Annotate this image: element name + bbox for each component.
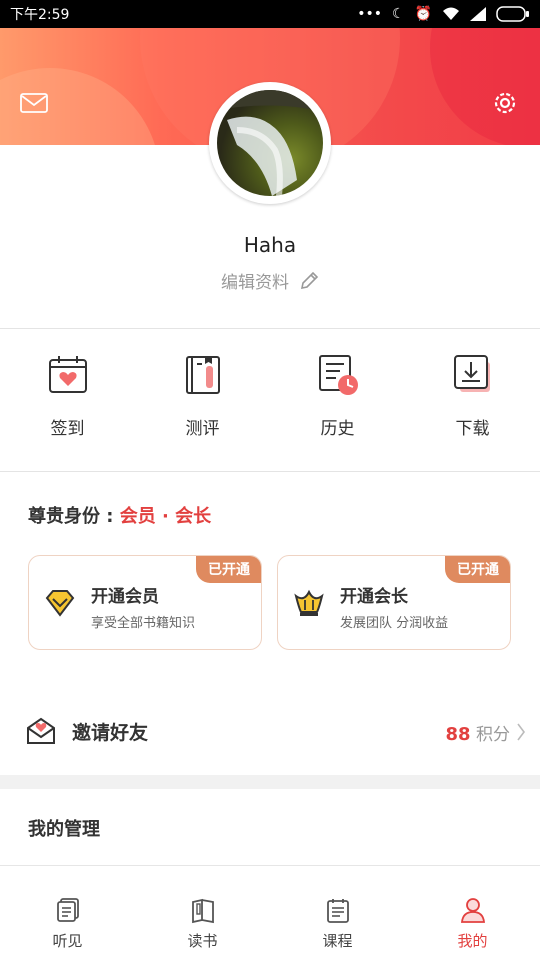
tab-label-listen: 听见 [52,932,83,950]
avatar[interactable] [209,82,331,204]
wifi-icon [443,7,459,20]
tab-label-read: 读书 [187,932,218,950]
divider [0,328,540,329]
book-icon [191,898,214,924]
avatar-photo [217,90,323,196]
download-icon [453,355,490,392]
book-bookmark-icon [185,356,220,394]
card-title: 开通会员 [91,587,159,607]
identity-line: 尊贵身份 : 会员 · 会长 [28,502,211,528]
tab-label-mine: 我的 [457,932,488,950]
gear-icon[interactable] [490,88,520,118]
bottom-tab-bar: 听见 读书 课程 我的 [0,865,540,961]
calendar-heart-icon [48,356,87,393]
section-separator [0,775,540,789]
quick-item-download[interactable]: 下载 [405,352,540,439]
quick-label-download: 下载 [455,419,490,439]
mail-icon[interactable] [20,93,48,113]
points-display: 88 积分 [446,720,510,745]
crown-icon [294,589,324,616]
edit-profile-link[interactable]: 编辑资料 [0,268,540,293]
listen-icon [56,898,79,922]
identity-label: 尊贵身份 : [28,506,120,527]
profile-icon [460,898,485,923]
activated-badge: 已开通 [196,556,261,583]
more-dots-icon: ••• [357,6,382,22]
card-title: 开通会长 [340,587,408,607]
tab-course[interactable]: 课程 [270,866,405,961]
quick-label-assessment: 测评 [185,419,220,439]
status-bar: 下午2:59 ••• ☾ ⏰ [0,0,540,28]
membership-card-member[interactable]: 开通会员 享受全部书籍知识 已开通 [28,555,262,650]
alarm-icon: ⏰ [414,6,432,22]
quick-item-assessment[interactable]: 测评 [135,352,270,439]
card-desc: 发展团队 分润收益 [340,616,449,631]
card-desc: 享受全部书籍知识 [91,616,196,631]
points-value: 88 [445,724,471,745]
quick-item-checkin[interactable]: 签到 [0,352,135,439]
invite-friends-row[interactable]: 邀请好友 88 积分 [0,712,540,752]
identity-value: 会员 · 会长 [119,506,212,527]
membership-card-president[interactable]: 开通会长 发展团队 分润收益 已开通 [277,555,511,650]
quick-actions: 签到 测评 历史 下载 [0,352,540,439]
chevron-right-icon [517,723,525,741]
invite-envelope-icon [27,717,55,744]
tab-label-course: 课程 [322,932,353,950]
quick-item-history[interactable]: 历史 [270,352,405,439]
status-time: 下午2:59 [10,7,70,23]
quick-label-checkin: 签到 [50,419,85,439]
management-title: 我的管理 [28,819,100,840]
moon-icon: ☾ [392,6,405,22]
status-icons: ••• ☾ ⏰ [357,6,530,22]
pencil-icon [300,271,319,289]
username: Haha [243,233,297,257]
history-clock-icon [318,355,358,395]
signal-icon [470,7,486,21]
course-icon [326,899,349,923]
battery-icon [496,6,529,22]
tab-read[interactable]: 读书 [135,866,270,961]
diamond-icon [45,590,75,617]
points-unit: 积分 [476,725,510,745]
tab-mine[interactable]: 我的 [405,866,540,961]
divider [0,471,540,472]
edit-profile-label: 编辑资料 [221,273,289,293]
invite-label: 邀请好友 [72,722,149,744]
tab-listen[interactable]: 听见 [0,866,135,961]
activated-badge: 已开通 [445,556,510,583]
quick-label-history: 历史 [320,419,355,439]
